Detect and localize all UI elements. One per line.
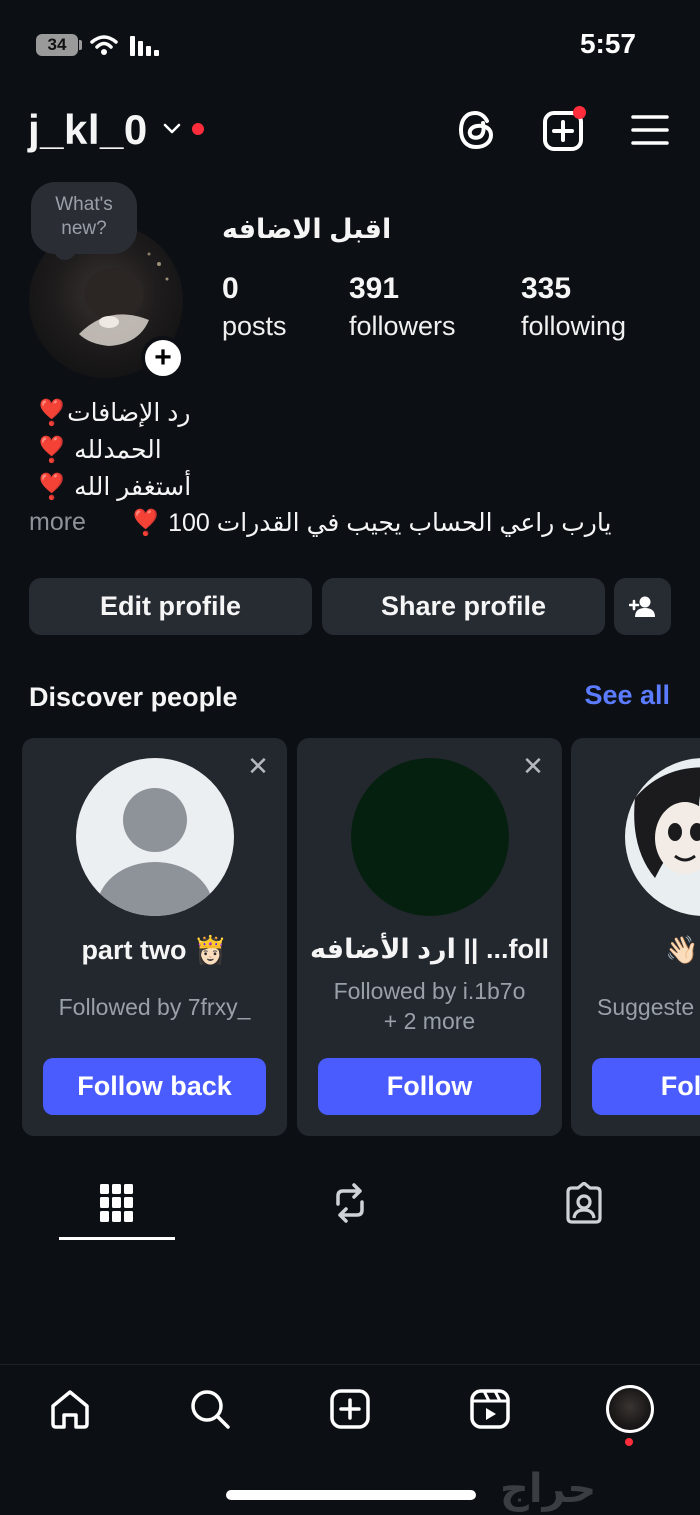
battery-tip	[79, 40, 82, 50]
suggestion-avatar[interactable]	[625, 758, 700, 916]
suggestion-name[interactable]: ارد الأضافه || ...foll	[297, 934, 562, 965]
home-icon[interactable]	[49, 1388, 91, 1430]
add-story-button[interactable]: +	[141, 336, 185, 380]
posts-label: posts	[222, 311, 287, 341]
suggestion-name[interactable]: part two 👸🏻	[22, 934, 287, 966]
chevron-down-icon[interactable]	[162, 122, 182, 136]
discover-people-toggle[interactable]	[614, 578, 671, 635]
clock: 5:57	[579, 28, 636, 59]
reels-icon[interactable]	[469, 1388, 511, 1430]
battery-level: 34	[47, 35, 67, 54]
account-switcher[interactable]: j_kl_0	[28, 106, 148, 154]
suggestion-context: Suggeste	[597, 994, 695, 1020]
followers-count[interactable]: 391	[349, 272, 399, 306]
close-icon[interactable]: ✕	[521, 753, 545, 779]
bio-line: رد الإضافات❣️	[36, 399, 191, 427]
suggestion-card[interactable]: ✕ ارد الأضافه || ...foll Followed by i.1…	[297, 738, 562, 1136]
follow-button[interactable]: Follow	[318, 1058, 541, 1115]
profile-tab-avatar[interactable]	[606, 1385, 654, 1433]
add-person-icon	[628, 596, 655, 617]
suggestion-avatar[interactable]	[351, 758, 509, 916]
tagged-icon[interactable]	[563, 1182, 605, 1224]
posts-count: 0	[222, 272, 239, 305]
create-post-icon[interactable]	[329, 1388, 371, 1430]
person-silhouette-icon	[97, 788, 213, 916]
close-icon[interactable]: ✕	[246, 753, 270, 779]
follow-back-button[interactable]: Follow back	[43, 1058, 266, 1115]
watermark-logo: حراج	[500, 1467, 597, 1511]
bio-line: أستغفر الله ❣️	[36, 473, 192, 501]
note-bubble[interactable]: What's new?	[31, 182, 137, 254]
active-tab-indicator	[59, 1237, 175, 1240]
home-indicator[interactable]	[226, 1490, 476, 1500]
notification-dot	[192, 123, 204, 135]
wifi-icon	[90, 35, 118, 55]
following-label[interactable]: following	[521, 311, 626, 342]
bio-more-link[interactable]: more	[29, 508, 86, 537]
grid-icon[interactable]	[100, 1184, 134, 1222]
signal-icon	[130, 36, 159, 56]
suggestion-context-more: + 2 more	[383, 1008, 476, 1034]
suggestion-card[interactable]: 👋🏻 Suggeste Follow	[571, 738, 700, 1136]
reposts-icon[interactable]	[332, 1182, 368, 1224]
create-notification-dot	[573, 106, 586, 119]
discover-people-title: Discover people	[29, 682, 238, 712]
suggestion-card[interactable]: ✕ part two 👸🏻 Followed by 7frxy_ Follow …	[22, 738, 287, 1136]
threads-icon[interactable]	[457, 109, 497, 151]
following-count[interactable]: 335	[521, 272, 571, 306]
battery-icon: 34	[36, 34, 78, 56]
suggestion-context: Followed by 7frxy_	[58, 994, 251, 1020]
follow-button[interactable]: Follow	[592, 1058, 700, 1115]
menu-icon[interactable]	[631, 114, 669, 146]
search-icon[interactable]	[189, 1388, 231, 1430]
share-profile-button[interactable]: Share profile	[322, 578, 605, 635]
see-all-link[interactable]: See all	[584, 680, 670, 711]
bio-line: الحمدلله ❣️	[36, 436, 162, 464]
followers-label[interactable]: followers	[349, 311, 456, 342]
display-name: اقبل الاضافه	[222, 214, 392, 244]
edit-profile-button[interactable]: Edit profile	[29, 578, 312, 635]
suggestion-name[interactable]: 👋🏻	[665, 934, 700, 966]
suggestion-context: Followed by i.1b7o	[333, 978, 526, 1004]
profile-notification-dot	[625, 1438, 633, 1446]
bio-line: يارب راعي الحساب يجيب في القدرات 100 ❣️	[130, 509, 612, 537]
cartoon-avatar	[634, 767, 700, 878]
default-avatar[interactable]	[76, 758, 234, 916]
